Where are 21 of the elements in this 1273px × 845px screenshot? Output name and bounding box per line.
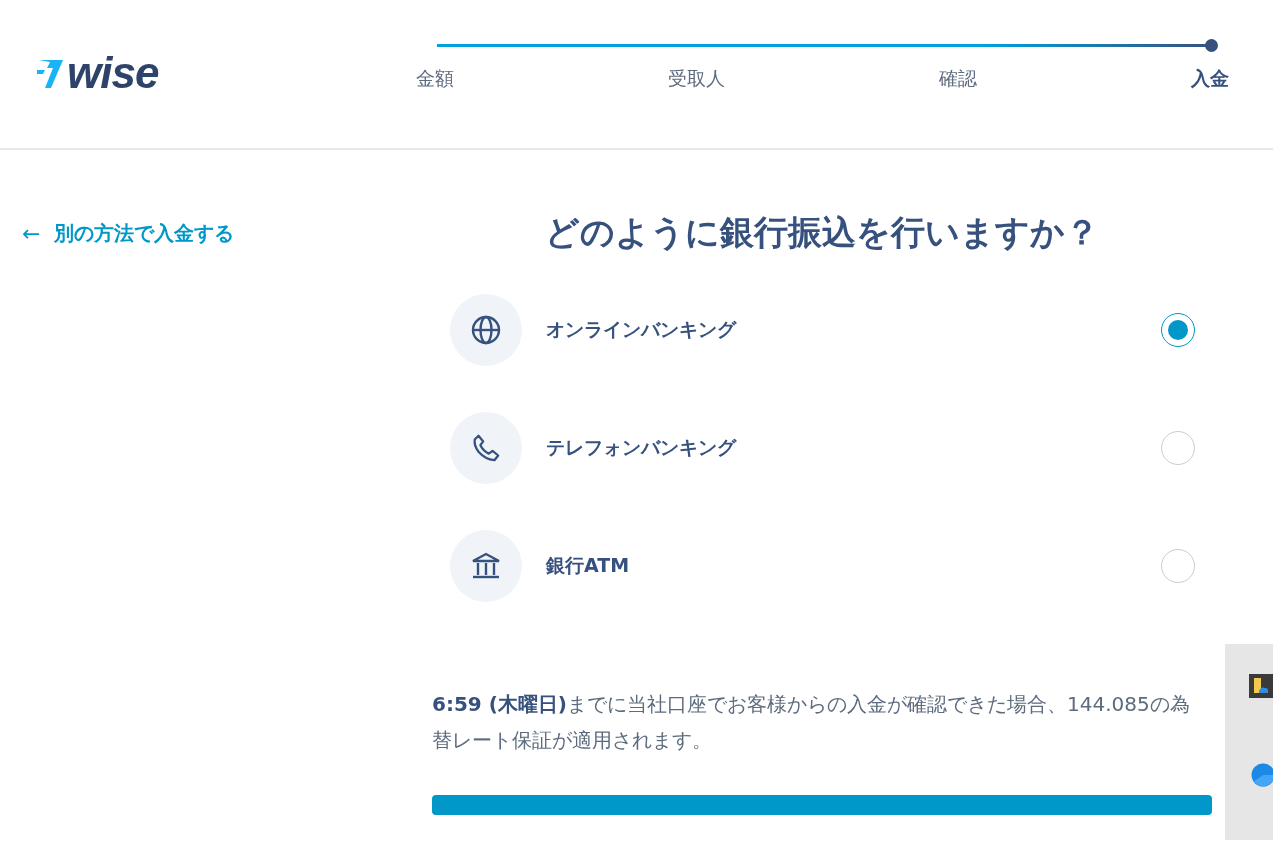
logo-flag-icon (37, 58, 65, 88)
wise-logo[interactable]: wise (0, 0, 159, 93)
transfer-option[interactable]: オンラインバンキング (432, 294, 1212, 366)
step-label: 入金 (1191, 66, 1229, 91)
globe-icon (470, 314, 502, 346)
option-label: オンラインバンキング (546, 317, 736, 342)
page-heading: どのように銀行振込を行いますか？ (544, 211, 1100, 254)
phone-icon (471, 433, 501, 463)
progress-dot (1205, 39, 1218, 52)
back-arrow-icon: ← (22, 221, 41, 246)
step-label: 受取人 (668, 66, 725, 91)
option-label: 銀行ATM (546, 553, 630, 578)
step-label: 確認 (939, 66, 977, 91)
transfer-option[interactable]: テレフォンバンキング (432, 412, 1212, 484)
option-label: テレフォンバンキング (546, 435, 736, 460)
folder-icon[interactable] (1249, 674, 1273, 698)
transfer-option[interactable]: 銀行ATM (432, 530, 1212, 602)
logo-wordmark: wise (67, 53, 159, 93)
step-label: 金額 (416, 66, 454, 91)
back-link-label: 別の方法で入金する (54, 220, 235, 247)
rate-guarantee-notice: 6:59 (木曜日)までに当社口座でお客様からの入金が確認できた場合、144.085の為替レート保証が適用されます。 (432, 691, 1191, 754)
